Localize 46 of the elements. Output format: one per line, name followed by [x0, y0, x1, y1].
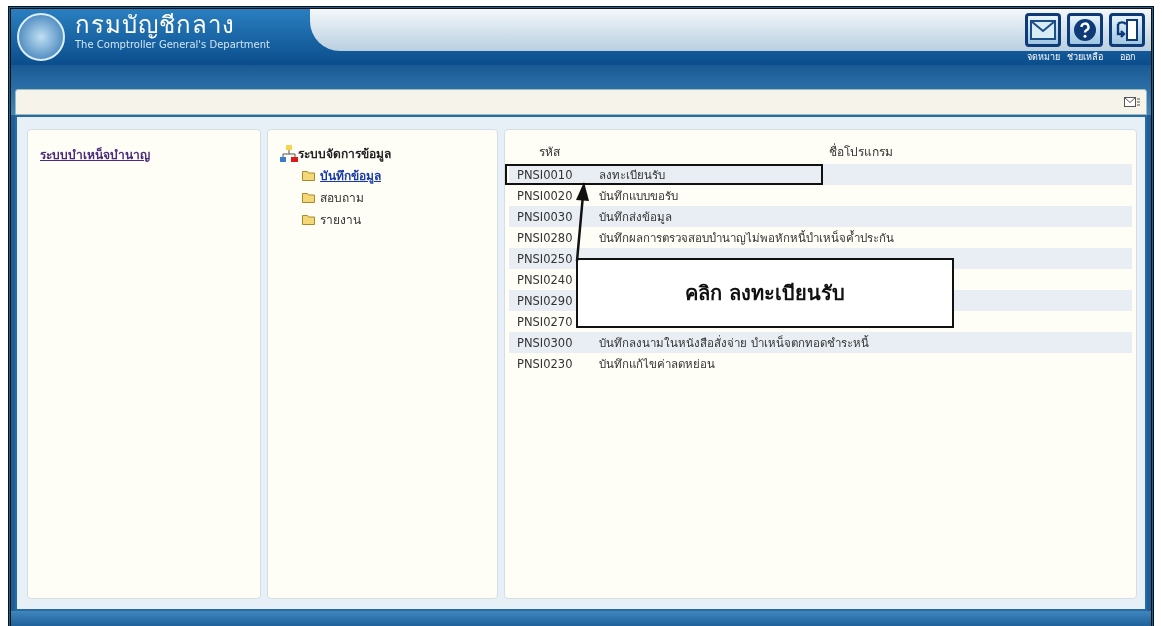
program-code: PNSI0030: [517, 209, 574, 224]
column-header: ชื่อโปรแกรม: [827, 142, 894, 161]
program-code: PNSI0020: [517, 188, 574, 203]
program-name: ลงทะเบียนรับ: [599, 166, 665, 184]
header-subtitle: The Comptroller General's Department: [75, 39, 270, 50]
program-code: PNSI0250: [517, 251, 574, 266]
tree-item[interactable]: รายงาน: [302, 210, 485, 229]
exit-button[interactable]: [1109, 13, 1145, 47]
action-label: ออก: [1119, 51, 1135, 64]
program-name: บันทึกผลการตรวจสอบบำนาญไม่พอหักหนี้บำเหน็จค้ำประกัน: [599, 229, 894, 247]
help-icon: [1073, 18, 1097, 42]
program-code: PNSI0300: [517, 335, 574, 350]
program-row[interactable]: PNSI0030 บันทึกส่งข้อมูล: [509, 206, 1132, 227]
program-name: บันทึกส่งข้อมูล: [599, 208, 672, 226]
action-label: ช่วยเหลือ: [1067, 51, 1103, 64]
program-row[interactable]: PNSI0300 บันทึกลงนามในหนังสือสั่งจ่าย บำเหน็จตกทอดชำระหนี้: [509, 332, 1132, 353]
action-label: จดหมาย: [1026, 51, 1060, 64]
program-code: PNSI0290: [517, 293, 574, 308]
tree-root: ระบบจัดการข้อมูล: [298, 146, 391, 163]
exit-door-icon: [1114, 18, 1140, 42]
folder-icon: [302, 170, 316, 181]
program-code: PNSI0010: [517, 167, 574, 182]
mail-button[interactable]: [1025, 13, 1061, 47]
column-header: รหัส: [537, 144, 561, 161]
folder-icon: [302, 192, 316, 203]
program-row[interactable]: PNSI0230 บันทึกแก้ไขค่าลดหย่อน: [509, 353, 1132, 374]
tree-item[interactable]: สอบถาม: [302, 188, 485, 207]
program-row[interactable]: PNSI0280 บันทึกผลการตรวจสอบบำนาญไม่พอหักหนี้บำเหน็จค้ำประกัน: [509, 227, 1132, 248]
program-code: PNSI0230: [517, 356, 574, 371]
program-code: PNSI0240: [517, 272, 574, 287]
system-link[interactable]: ระบบบำเหน็จบำนาญ: [40, 148, 150, 162]
program-row[interactable]: PNSI0020 บันทึกแบบขอรับ: [509, 185, 1132, 206]
folder-icon: [302, 214, 316, 225]
program-name: บันทึกแบบขอรับ: [599, 187, 678, 205]
emblem-logo: [17, 13, 65, 61]
mail-icon: [1030, 20, 1056, 40]
program-name: บันทึกลงนามในหนังสือสั่งจ่าย บำเหน็จตกทอดชำระหนี้: [599, 334, 869, 352]
network-icon: [280, 145, 298, 163]
program-code: PNSI0270: [517, 314, 574, 329]
help-button[interactable]: [1067, 13, 1103, 47]
program-code: PNSI0280: [517, 230, 574, 245]
tree-item[interactable]: บันทึกข้อมูล: [302, 166, 485, 185]
program-name: บันทึกแก้ไขค่าลดหย่อน: [599, 355, 715, 373]
mail-list-icon[interactable]: [1124, 96, 1140, 108]
callout-tooltip: คลิก ลงทะเบียนรับ: [576, 258, 954, 328]
header-title: กรมบัญชีกลาง: [75, 11, 236, 39]
